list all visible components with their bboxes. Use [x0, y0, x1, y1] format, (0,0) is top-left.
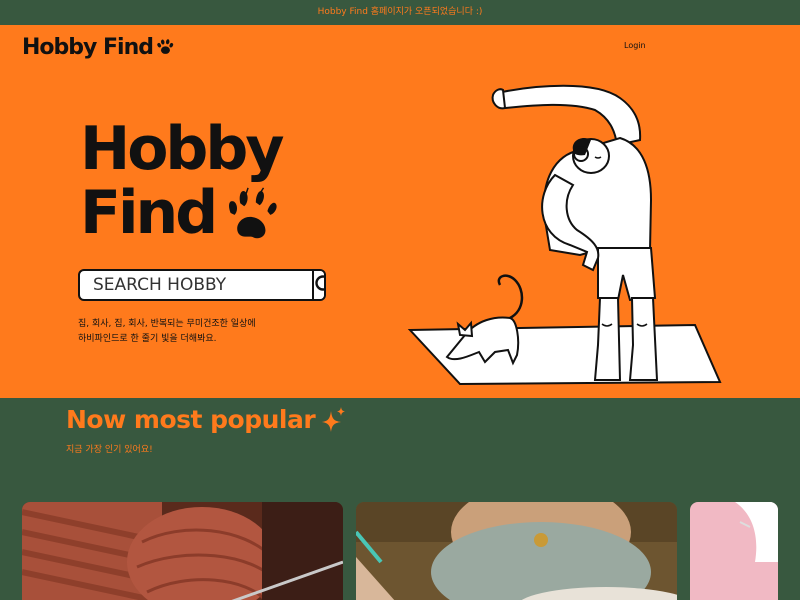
popular-section-header: Now most popular 지금 가장 인기 있어요! — [66, 405, 347, 455]
hobby-image — [690, 502, 778, 600]
hero-title-line2: Find — [80, 178, 218, 248]
login-link[interactable]: Login — [624, 41, 646, 50]
hobby-card-knitting[interactable] — [22, 502, 343, 600]
hero-description: 집, 회사, 집, 회사, 반복되는 무미건조한 일상에 하비파인드로 한 줄기… — [78, 317, 256, 347]
hero-title: Hobby Find — [80, 117, 340, 245]
logo-text: Hobby Find — [22, 34, 154, 60]
announcement-bar: Hobby Find 홈페이지가 오픈되었습니다 :) — [0, 0, 800, 25]
sparkle-icon — [322, 406, 346, 432]
stretching-person-illustration — [407, 84, 722, 386]
painting-image — [356, 502, 677, 600]
search-bar — [78, 269, 326, 301]
popular-title: Now most popular — [66, 405, 347, 434]
site-logo[interactable]: Hobby Find — [22, 33, 174, 61]
popular-title-text: Now most popular — [66, 405, 316, 434]
popular-subtitle: 지금 가장 인기 있어요! — [66, 445, 153, 455]
hero-title-line1: Hobby — [80, 114, 284, 184]
description-line2: 하비파인드로 한 줄기 빛을 더해봐요. — [78, 334, 217, 344]
search-icon — [315, 275, 324, 291]
search-input[interactable] — [80, 271, 312, 299]
paw-icon — [229, 187, 277, 239]
hobby-card-third[interactable] — [690, 502, 778, 600]
hobby-card-painting[interactable] — [356, 502, 677, 600]
paw-icon — [157, 39, 174, 54]
announcement-text: Hobby Find 홈페이지가 오픈되었습니다 :) — [317, 7, 483, 17]
search-button[interactable] — [312, 271, 324, 299]
hero-section: Hobby Find Login Hobby Find SEARCH HOBBY… — [0, 25, 800, 398]
description-line1: 집, 회사, 집, 회사, 반복되는 무미건조한 일상에 — [78, 319, 256, 329]
knitting-image — [22, 502, 343, 600]
